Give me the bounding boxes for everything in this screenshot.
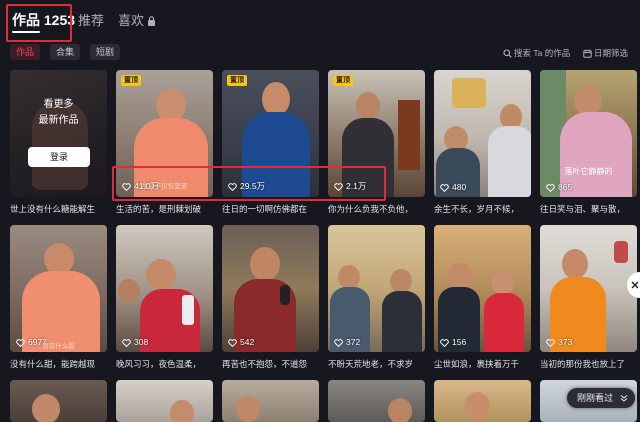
search-works-button[interactable]: 搜索 Ta 的作品 — [503, 47, 570, 59]
recently-watched-label: 刚刚看过 — [577, 393, 614, 403]
video-thumbnail: 置顶 生活不仅仅是苦 41.0万 — [116, 70, 213, 197]
video-thumbnail: 308 — [116, 225, 213, 352]
heart-icon — [440, 183, 449, 192]
tab-works[interactable]: 作品 1253 — [12, 10, 75, 30]
like-count: 480 — [440, 182, 466, 192]
like-count-value: 308 — [134, 337, 149, 347]
video-thumbnail: 372 — [328, 225, 425, 352]
more-works-thumbnail: 看更多 最新作品 登录 — [10, 70, 107, 197]
video-caption: 晚风习习，夜色温柔， — [116, 359, 202, 369]
like-count-value: 372 — [346, 337, 361, 347]
pinned-badge: 置顶 — [333, 75, 353, 86]
like-count: 41.0万 — [122, 180, 159, 192]
video-thumbnail — [10, 380, 107, 422]
video-thumbnail — [222, 380, 319, 422]
like-count: 372 — [334, 337, 360, 347]
pinned-badge: 置顶 — [121, 75, 141, 86]
like-count: 865 — [546, 182, 572, 192]
video-caption: 生活的苦，是刑棘划破 — [116, 204, 202, 214]
video-thumbnail: 置顶 2.1万 — [328, 70, 425, 197]
like-count: 542 — [228, 337, 254, 347]
like-count-value: 2.1万 — [346, 181, 367, 191]
video-thumbnail: 156 — [434, 225, 531, 352]
heart-icon — [122, 338, 131, 347]
chip-works[interactable]: 作品 — [10, 44, 41, 60]
chip-short-dramas[interactable]: 短剧 — [90, 44, 121, 60]
heart-icon — [228, 338, 237, 347]
like-count-value: 373 — [558, 337, 573, 347]
date-filter-button[interactable]: 日期筛选 — [583, 47, 628, 59]
video-thumbnail: 480 — [434, 70, 531, 197]
like-count-value: 6977 — [28, 337, 47, 347]
like-count-value: 41.0万 — [134, 181, 160, 191]
search-icon — [503, 49, 512, 58]
video-thumbnail: 落叶它静静的 865 — [540, 70, 637, 197]
heart-icon — [122, 182, 131, 191]
more-works-line2: 最新作品 — [38, 115, 79, 126]
chip-collections[interactable]: 合集 — [50, 44, 81, 60]
video-caption: 没有什么甜，能跨越现 — [10, 359, 96, 369]
like-count-value: 542 — [240, 337, 255, 347]
video-caption: 再苦也不抱怨，不道怨 — [222, 359, 308, 369]
calendar-icon — [583, 49, 592, 58]
video-caption: 尘世如浪，裹挟着万千 — [434, 359, 520, 369]
like-count-value: 156 — [452, 337, 467, 347]
video-caption: 往日笑与泪、聚与散， — [540, 204, 626, 214]
lock-icon — [148, 16, 156, 26]
active-tab-underline — [12, 31, 40, 33]
login-button[interactable]: 登录 — [28, 147, 90, 167]
video-thumbnail — [328, 380, 425, 422]
video-caption: 世上没有什么糖能解生 — [10, 204, 96, 214]
like-count-value: 29.5万 — [240, 181, 266, 191]
search-works-label: 搜索 Ta 的作品 — [514, 48, 571, 58]
recently-watched-button[interactable]: 刚刚看过 — [567, 388, 635, 408]
video-thumbnail — [434, 380, 531, 422]
video-thumbnail: 置顶 29.5万 — [222, 70, 319, 197]
close-icon — [631, 281, 639, 289]
double-chevron-down-icon — [620, 395, 627, 402]
tab-likes[interactable]: 喜欢 — [118, 10, 156, 29]
like-count: 29.5万 — [228, 180, 265, 192]
video-thumbnail: 373 — [540, 225, 637, 352]
like-count-value: 865 — [558, 182, 573, 192]
date-filter-label: 日期筛选 — [594, 48, 629, 58]
video-caption: 你为什么负我不负他， — [328, 204, 414, 214]
video-overlay-text: 落叶它静静的 — [564, 167, 613, 176]
heart-icon — [440, 338, 449, 347]
video-thumbnail: 没有什么甜 6977 — [10, 225, 107, 352]
like-count: 308 — [122, 337, 148, 347]
like-count: 156 — [440, 337, 466, 347]
tab-recommend[interactable]: 推荐 — [78, 10, 104, 29]
heart-icon — [228, 182, 237, 191]
video-caption: 不盼天荒地老，不求岁 — [328, 359, 414, 369]
heart-icon — [334, 182, 343, 191]
like-count: 2.1万 — [334, 180, 366, 192]
more-works-line1: 看更多 — [43, 99, 74, 110]
video-caption: 往日的一切啊仿佛都在 — [222, 204, 308, 214]
like-count: 373 — [546, 337, 572, 347]
heart-icon — [334, 338, 343, 347]
profile-tabs: 作品 1253 推荐 喜欢 — [0, 0, 640, 40]
heart-icon — [16, 338, 25, 347]
heart-icon — [546, 183, 555, 192]
tab-likes-label: 喜欢 — [118, 13, 145, 28]
video-thumbnail — [116, 380, 213, 422]
pinned-badge: 置顶 — [227, 75, 247, 86]
video-caption: 当初的那份我也放上了 — [540, 359, 626, 369]
like-count: 6977 — [16, 337, 47, 347]
video-thumbnail: 542 — [222, 225, 319, 352]
like-count-value: 480 — [452, 182, 467, 192]
video-caption: 余生不长，岁月不候， — [434, 204, 520, 214]
heart-icon — [546, 338, 555, 347]
